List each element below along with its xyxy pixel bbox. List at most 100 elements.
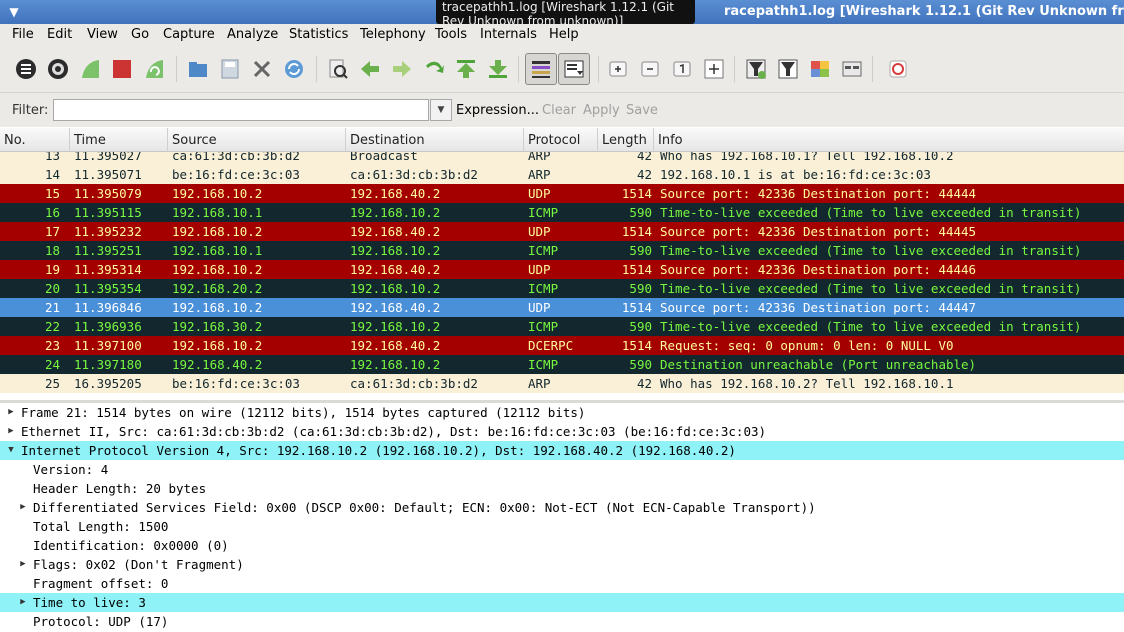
menu-statistics[interactable]: Statistics <box>289 27 348 42</box>
restart-capture-icon[interactable] <box>142 57 166 81</box>
save-file-icon[interactable] <box>218 57 242 81</box>
reload-icon[interactable] <box>282 57 306 81</box>
cell-info: Time-to-live exceeded (Time to live exce… <box>660 319 1082 334</box>
column-header-info[interactable]: Info <box>654 128 1124 152</box>
cell-no: 13 <box>44 152 60 163</box>
table-row[interactable]: 22 11.396936 192.168.30.2 192.168.10.2 ICMP 5… <box>0 317 1124 336</box>
table-row[interactable]: 24 11.397180 192.168.40.2 192.168.10.2 ICMP 5… <box>0 355 1124 374</box>
menu-telephony[interactable]: Telephony <box>360 27 426 42</box>
cell-destination: 192.168.10.2 <box>350 243 441 258</box>
column-header-source[interactable]: Source <box>168 128 346 152</box>
column-header-protocol[interactable]: Protocol <box>524 128 598 152</box>
cell-no: 22 <box>44 319 60 334</box>
tooltip-line-1: tracepathh1.log [Wireshark 1.12.1 (Git <box>442 0 674 14</box>
table-row[interactable]: 23 11.397100 192.168.10.2 192.168.40.2 DCERP… <box>0 336 1124 355</box>
menu-go[interactable]: Go <box>131 27 149 42</box>
find-packet-icon[interactable] <box>326 57 350 81</box>
collapsed-arrow-icon[interactable]: ▶ <box>18 555 28 574</box>
cell-info: Source port: 42336 Destination port: 444… <box>660 224 977 239</box>
menu-tools[interactable]: Tools <box>435 27 467 42</box>
menu-analyze[interactable]: Analyze <box>227 27 278 42</box>
collapsed-arrow-icon[interactable]: ▶ <box>6 422 16 441</box>
cell-length: 1514 <box>621 262 652 277</box>
zoom-in-icon[interactable] <box>606 57 630 81</box>
coloring-rules-icon[interactable] <box>808 57 832 81</box>
apply-button[interactable]: Apply <box>583 103 620 118</box>
cell-destination: 192.168.40.2 <box>350 262 441 277</box>
resize-columns-icon[interactable] <box>702 57 726 81</box>
save-filter-button[interactable]: Save <box>626 103 658 118</box>
colorize-icon[interactable] <box>525 53 557 85</box>
capture-filters-icon[interactable] <box>744 57 768 81</box>
detail-row[interactable]: ▶ Differentiated Services Field: 0x00 (DS… <box>0 498 1124 517</box>
expression-button[interactable]: Expression... <box>456 103 539 118</box>
menu-edit[interactable]: Edit <box>47 27 72 42</box>
column-header-destination[interactable]: Destination <box>346 128 524 152</box>
cell-length: 42 <box>636 167 652 182</box>
title-tooltip: tracepathh1.log [Wireshark 1.12.1 (Git R… <box>436 0 695 24</box>
detail-row[interactable]: Header Length: 20 bytes <box>0 479 1124 498</box>
collapsed-arrow-icon[interactable]: ▶ <box>18 593 28 612</box>
expanded-arrow-icon[interactable]: ▼ <box>6 441 16 460</box>
column-header-length[interactable]: Length <box>598 128 654 152</box>
menu-internals[interactable]: Internals <box>480 27 537 42</box>
collapsed-arrow-icon[interactable]: ▶ <box>6 403 16 422</box>
close-file-icon[interactable] <box>250 57 274 81</box>
menu-help[interactable]: Help <box>549 27 579 42</box>
help-icon[interactable] <box>886 57 910 81</box>
table-row[interactable]: 13 11.395027 ca:61:3d:cb:3b:d2 Broadcast ARP… <box>0 152 1124 165</box>
detail-row[interactable]: Protocol: UDP (17) <box>0 612 1124 631</box>
column-header-no[interactable]: No. <box>0 128 70 152</box>
menu-view[interactable]: View <box>87 27 118 42</box>
detail-row[interactable]: Fragment offset: 0 <box>0 574 1124 593</box>
detail-row[interactable]: Total Length: 1500 <box>0 517 1124 536</box>
go-back-icon[interactable] <box>358 57 382 81</box>
menu-file[interactable]: File <box>12 27 34 42</box>
stop-capture-icon[interactable] <box>110 57 134 81</box>
detail-row[interactable]: ▼ Internet Protocol Version 4, Src: 192.1… <box>0 441 1124 460</box>
cell-source: 192.168.10.2 <box>172 262 263 277</box>
display-filters-icon[interactable] <box>776 57 800 81</box>
table-row[interactable]: 15 11.395079 192.168.10.2 192.168.40.2 UDP 15… <box>0 184 1124 203</box>
table-row[interactable]: 25 16.395205 be:16:fd:ce:3c:03 ca:61:3d:cb:… <box>0 374 1124 393</box>
autoscroll-icon[interactable] <box>558 53 590 85</box>
table-row[interactable]: 17 11.395232 192.168.10.2 192.168.40.2 UDP 15… <box>0 222 1124 241</box>
cell-source: be:16:fd:ce:3c:03 <box>172 167 300 182</box>
detail-row[interactable]: ▶ Ethernet II, Src: ca:61:3d:cb:3b:d2 (ca… <box>0 422 1124 441</box>
table-row[interactable]: 18 11.395251 192.168.10.1 192.168.10.2 ICMP 5… <box>0 241 1124 260</box>
packet-list-header: No. Time Source Destination Protocol Len… <box>0 128 1124 152</box>
go-first-icon[interactable] <box>454 57 478 81</box>
table-row[interactable]: 20 11.395354 192.168.20.2 192.168.10.2 ICMP 5… <box>0 279 1124 298</box>
detail-row[interactable]: Version: 4 <box>0 460 1124 479</box>
collapsed-arrow-icon[interactable]: ▶ <box>18 498 28 517</box>
detail-text: Header Length: 20 bytes <box>33 481 207 496</box>
start-capture-icon[interactable] <box>78 57 102 81</box>
normal-size-icon[interactable] <box>670 57 694 81</box>
detail-row[interactable]: Identification: 0x0000 (0) <box>0 536 1124 555</box>
table-row[interactable]: 14 11.395071 be:16:fd:ce:3c:03 ca:61:3d:cb:… <box>0 165 1124 184</box>
preferences-icon[interactable] <box>840 57 864 81</box>
open-file-icon[interactable] <box>186 57 210 81</box>
cell-source: 192.168.20.2 <box>172 281 263 296</box>
column-header-time[interactable]: Time <box>70 128 168 152</box>
go-last-icon[interactable] <box>486 57 510 81</box>
table-row[interactable]: 16 11.395115 192.168.10.1 192.168.10.2 ICMP 5… <box>0 203 1124 222</box>
detail-row[interactable]: ▶ Frame 21: 1514 bytes on wire (12112 bit… <box>0 403 1124 422</box>
filter-dropdown-button[interactable]: ▼ <box>430 99 452 121</box>
table-row[interactable]: 21 11.396846 192.168.10.2 192.168.40.2 UDP 15… <box>0 298 1124 317</box>
cell-info: Destination unreachable (Port unreachabl… <box>660 357 977 372</box>
options-icon[interactable] <box>46 57 70 81</box>
table-row[interactable]: 19 11.395314 192.168.10.2 192.168.40.2 UDP 15… <box>0 260 1124 279</box>
filter-input[interactable] <box>53 99 429 121</box>
menu-capture[interactable]: Capture <box>163 27 215 42</box>
zoom-out-icon[interactable] <box>638 57 662 81</box>
detail-row[interactable]: ▶ Time to live: 3 <box>0 593 1124 612</box>
detail-row[interactable]: ▶ Flags: 0x02 (Don't Fragment) <box>0 555 1124 574</box>
interfaces-icon[interactable] <box>14 57 38 81</box>
clear-button[interactable]: Clear <box>542 103 576 118</box>
cell-length: 1514 <box>621 300 652 315</box>
window-menu-icon[interactable]: ▼ <box>6 4 22 20</box>
go-to-packet-icon[interactable] <box>422 57 446 81</box>
go-forward-icon[interactable] <box>390 57 414 81</box>
cell-source: 192.168.30.2 <box>172 319 263 334</box>
